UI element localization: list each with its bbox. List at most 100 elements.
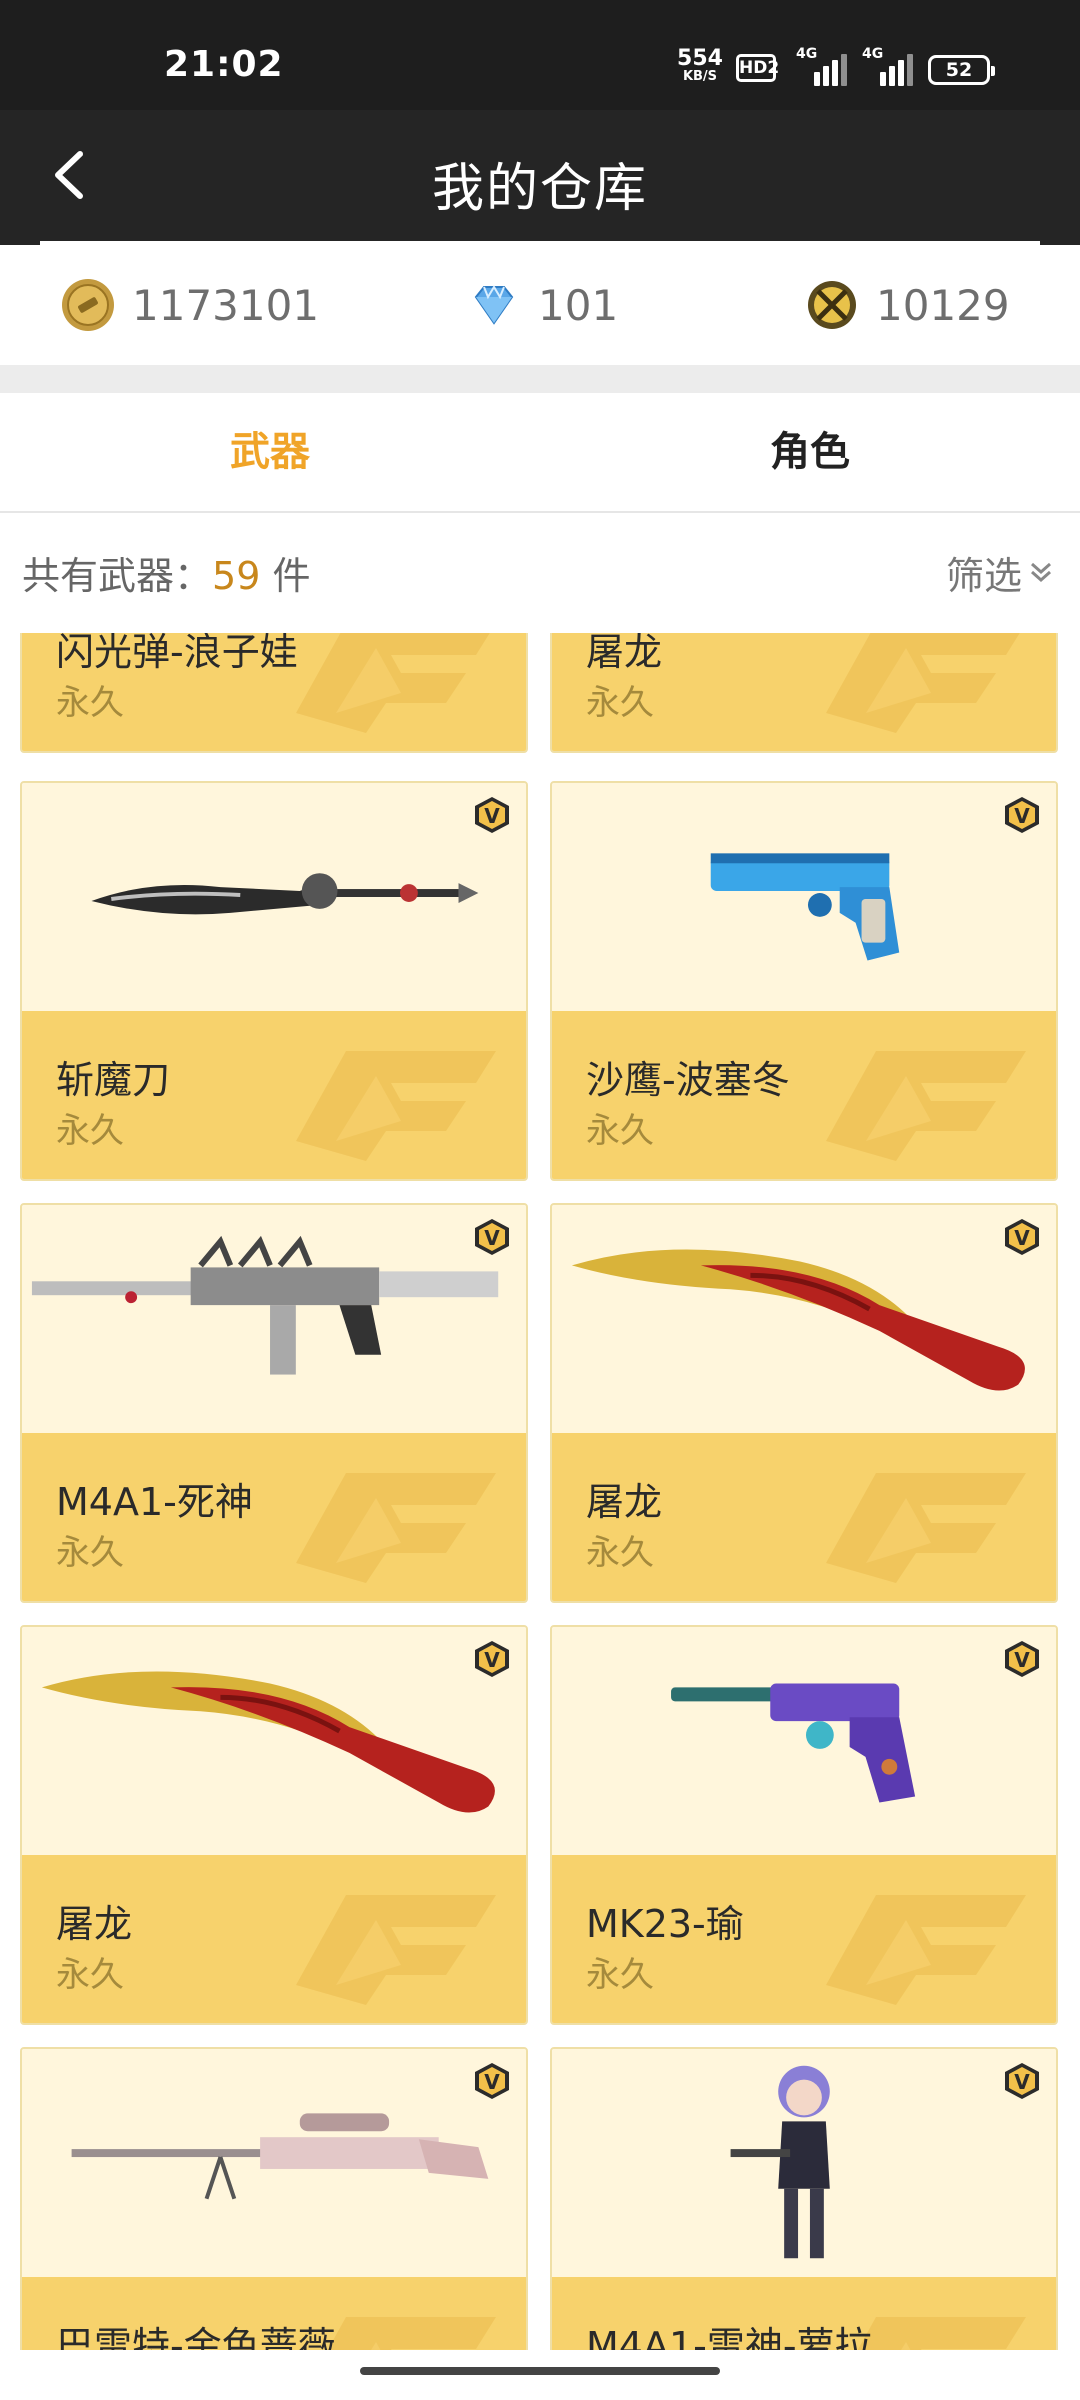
weapon-count: 共有武器：59 件 bbox=[22, 545, 310, 600]
gold-value: 1173101 bbox=[132, 280, 320, 330]
weapon-count-suffix: 件 bbox=[260, 554, 311, 598]
item-image: V bbox=[552, 1627, 1056, 1855]
item-card[interactable]: V 巴雷特-金色蔷薇 永久 bbox=[20, 2047, 528, 2350]
home-indicator[interactable] bbox=[360, 2367, 720, 2375]
battery-icon: 52 bbox=[928, 55, 995, 85]
diamond-value: 101 bbox=[538, 280, 619, 330]
item-duration: 永久 bbox=[586, 1955, 654, 1995]
svg-text:V: V bbox=[484, 2070, 500, 2094]
item-name: 闪光弹-浪子娃 bbox=[56, 633, 298, 674]
item-card[interactable]: V 沙鹰-波塞冬 永久 bbox=[550, 781, 1058, 1181]
vip-badge-icon: V bbox=[1005, 1219, 1039, 1255]
diamond-balance: 101 bbox=[466, 275, 618, 335]
item-info: 闪光弹-浪子娃 永久 bbox=[22, 633, 526, 751]
honor-value: 10129 bbox=[876, 280, 1010, 330]
item-info: MK23-瑜 永久 bbox=[552, 1855, 1056, 2023]
item-card[interactable]: V 屠龙 永久 bbox=[550, 1203, 1058, 1603]
status-time: 21:02 bbox=[164, 44, 284, 85]
cf-logo-icon bbox=[296, 1473, 496, 1583]
cf-logo-icon bbox=[826, 1051, 1026, 1161]
character-image bbox=[730, 2065, 830, 2259]
cf-logo-icon bbox=[296, 1895, 496, 2005]
svg-text:V: V bbox=[484, 1226, 500, 1250]
svg-text:V: V bbox=[484, 804, 500, 828]
item-name: 沙鹰-波塞冬 bbox=[586, 1058, 790, 1102]
svg-text:V: V bbox=[1014, 2070, 1030, 2094]
item-name: M4A1-雷神-萝拉 bbox=[586, 2324, 873, 2350]
kukri-image bbox=[41, 1671, 495, 1813]
item-card[interactable]: V MK23-瑜 永久 bbox=[550, 1625, 1058, 2025]
item-info: 屠龙 永久 bbox=[22, 1855, 526, 2023]
title-bar: 我的仓库 bbox=[0, 110, 1080, 245]
item-name: 屠龙 bbox=[56, 1902, 133, 1946]
item-info: 屠龙 永久 bbox=[552, 1433, 1056, 1601]
app-screen: { "status_bar": {"time": "21:02", "net_s… bbox=[0, 0, 1080, 2400]
svg-text:V: V bbox=[484, 1648, 500, 1672]
signal-label: 4G bbox=[796, 46, 818, 62]
network-speed-value: 554 bbox=[677, 46, 723, 71]
page-title: 我的仓库 bbox=[431, 159, 648, 219]
gold-coin-icon bbox=[62, 279, 114, 331]
weapon-count-prefix: 共有武器： bbox=[22, 554, 213, 598]
signal-label: 4G bbox=[862, 46, 884, 62]
cf-logo-icon bbox=[296, 1051, 496, 1161]
item-name: 斩魔刀 bbox=[56, 1058, 171, 1102]
network-speed-unit: KB/S bbox=[682, 69, 718, 84]
vip-badge-icon: V bbox=[475, 1219, 509, 1255]
item-image: V bbox=[22, 1205, 526, 1433]
item-card[interactable]: 闪光弹-浪子娃 永久 bbox=[20, 633, 528, 753]
cf-logo-icon bbox=[296, 633, 490, 733]
item-grid: 闪光弹-浪子娃 永久 屠龙 永久 V 斩魔刀 永久 V 沙鹰-波塞冬 永久 V … bbox=[0, 633, 1080, 2350]
item-card[interactable]: V M4A1-雷神-萝拉 永久 bbox=[550, 2047, 1058, 2350]
item-image: V bbox=[552, 2049, 1056, 2277]
diamond-icon bbox=[474, 285, 514, 325]
tab-bar: 武器 角色 bbox=[0, 393, 1080, 513]
gold-balance: 1173101 bbox=[60, 275, 319, 335]
item-card[interactable]: 屠龙 永久 bbox=[550, 633, 1058, 753]
item-info: M4A1-雷神-萝拉 永久 bbox=[552, 2277, 1056, 2350]
item-duration: 永久 bbox=[586, 683, 654, 723]
purple-pistol-image bbox=[671, 1683, 916, 1803]
item-duration: 永久 bbox=[56, 683, 124, 723]
status-bar: 21:02 554 KB/S HD2 4G 4G 52 bbox=[0, 0, 1080, 110]
filter-label: 筛选 bbox=[945, 554, 1022, 598]
sniper-pink-image bbox=[71, 2113, 489, 2200]
item-card[interactable]: V 屠龙 永久 bbox=[20, 1625, 528, 2025]
item-image: V bbox=[552, 1205, 1056, 1433]
item-duration: 永久 bbox=[56, 1111, 124, 1151]
item-duration: 永久 bbox=[56, 1533, 124, 1573]
filter-button[interactable]: 筛选 bbox=[946, 545, 1056, 600]
svg-text:V: V bbox=[1014, 1648, 1030, 1672]
item-info: 巴雷特-金色蔷薇 永久 bbox=[22, 2277, 526, 2350]
item-name: M4A1-死神 bbox=[56, 1480, 253, 1524]
item-image: V bbox=[22, 2049, 526, 2277]
rifle-silver-image bbox=[31, 1235, 499, 1375]
kukri-image bbox=[571, 1249, 1025, 1391]
crossed-swords-icon bbox=[808, 281, 856, 329]
item-duration: 永久 bbox=[56, 1955, 124, 1995]
svg-text:V: V bbox=[1014, 1226, 1030, 1250]
cf-logo-icon bbox=[826, 633, 1020, 733]
item-image: V bbox=[22, 783, 526, 1011]
honor-balance: 10129 bbox=[804, 275, 1010, 335]
tab-characters[interactable]: 角色 bbox=[540, 393, 1080, 511]
item-card[interactable]: V 斩魔刀 永久 bbox=[20, 781, 528, 1181]
vip-badge-icon: V bbox=[1005, 1641, 1039, 1677]
blue-pistol-image bbox=[710, 853, 900, 961]
count-row: 共有武器：59 件 筛选 bbox=[0, 515, 1080, 625]
item-card[interactable]: V M4A1-死神 永久 bbox=[20, 1203, 528, 1603]
vip-badge-icon: V bbox=[475, 1641, 509, 1677]
item-image: V bbox=[552, 783, 1056, 1011]
signal-icon: 4G bbox=[862, 46, 918, 86]
signal-icon: 4G bbox=[796, 46, 852, 86]
cf-logo-icon bbox=[826, 1473, 1026, 1583]
tab-weapons[interactable]: 武器 bbox=[0, 393, 540, 511]
vip-badge-icon: V bbox=[475, 2063, 509, 2099]
item-name: MK23-瑜 bbox=[586, 1902, 744, 1946]
item-info: 斩魔刀 永久 bbox=[22, 1011, 526, 1179]
item-name: 屠龙 bbox=[586, 633, 663, 674]
item-name: 巴雷特-金色蔷薇 bbox=[56, 2324, 336, 2350]
item-image: V bbox=[22, 1627, 526, 1855]
vip-badge-icon: V bbox=[475, 797, 509, 833]
section-gap bbox=[0, 365, 1080, 393]
